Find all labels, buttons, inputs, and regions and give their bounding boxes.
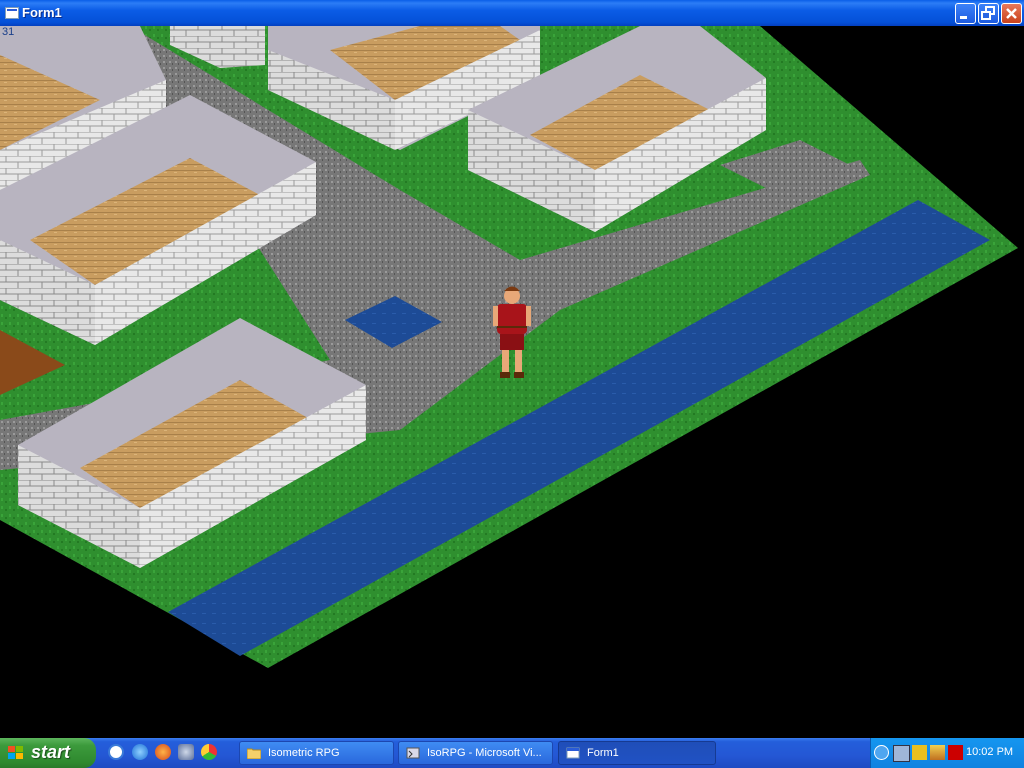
chevron-left-icon[interactable]: [874, 745, 889, 760]
start-label: start: [31, 742, 71, 762]
zonealarm-icon[interactable]: [912, 745, 927, 760]
start-button[interactable]: start: [0, 738, 96, 768]
firefox-icon[interactable]: [155, 744, 171, 760]
ie-browser-icon[interactable]: [132, 744, 148, 760]
security-icon[interactable]: [930, 745, 945, 760]
taskbar-item-isometric-rpg[interactable]: Isometric RPG: [239, 741, 394, 765]
ati-icon[interactable]: [948, 745, 963, 760]
taskbar-item-isorpg-vs[interactable]: IsoRPG - Microsoft Vi...: [398, 741, 553, 765]
media-icon[interactable]: [178, 744, 194, 760]
clock: 10:02 PM: [966, 746, 1014, 758]
game-viewport[interactable]: [0, 26, 1024, 738]
restore-button[interactable]: [978, 3, 999, 24]
close-icon: [1006, 8, 1017, 19]
taskbar: start Isometric RPG IsoRPG - Microsoft V…: [0, 738, 1024, 768]
form-window-icon: [566, 747, 580, 759]
window-titlebar: Form1: [0, 0, 1024, 26]
close-button[interactable]: [1001, 3, 1022, 24]
minimize-button[interactable]: [955, 3, 976, 24]
folder-icon: [247, 748, 261, 759]
network-icon[interactable]: [893, 745, 910, 762]
restore-icon: [981, 6, 995, 20]
taskbar-item-form1[interactable]: Form1: [558, 741, 716, 765]
internet-explorer-icon[interactable]: [108, 744, 124, 760]
fps-counter: 31: [2, 26, 15, 38]
windows-logo-icon: [8, 746, 23, 759]
isometric-map: [0, 26, 1018, 668]
minimize-icon: [960, 16, 967, 19]
system-tray: 10:02 PM: [870, 738, 1024, 768]
form-window-icon: [5, 7, 19, 19]
visual-studio-icon: [406, 747, 420, 759]
window-title: Form1: [22, 5, 62, 20]
chrome-icon[interactable]: [201, 744, 217, 760]
